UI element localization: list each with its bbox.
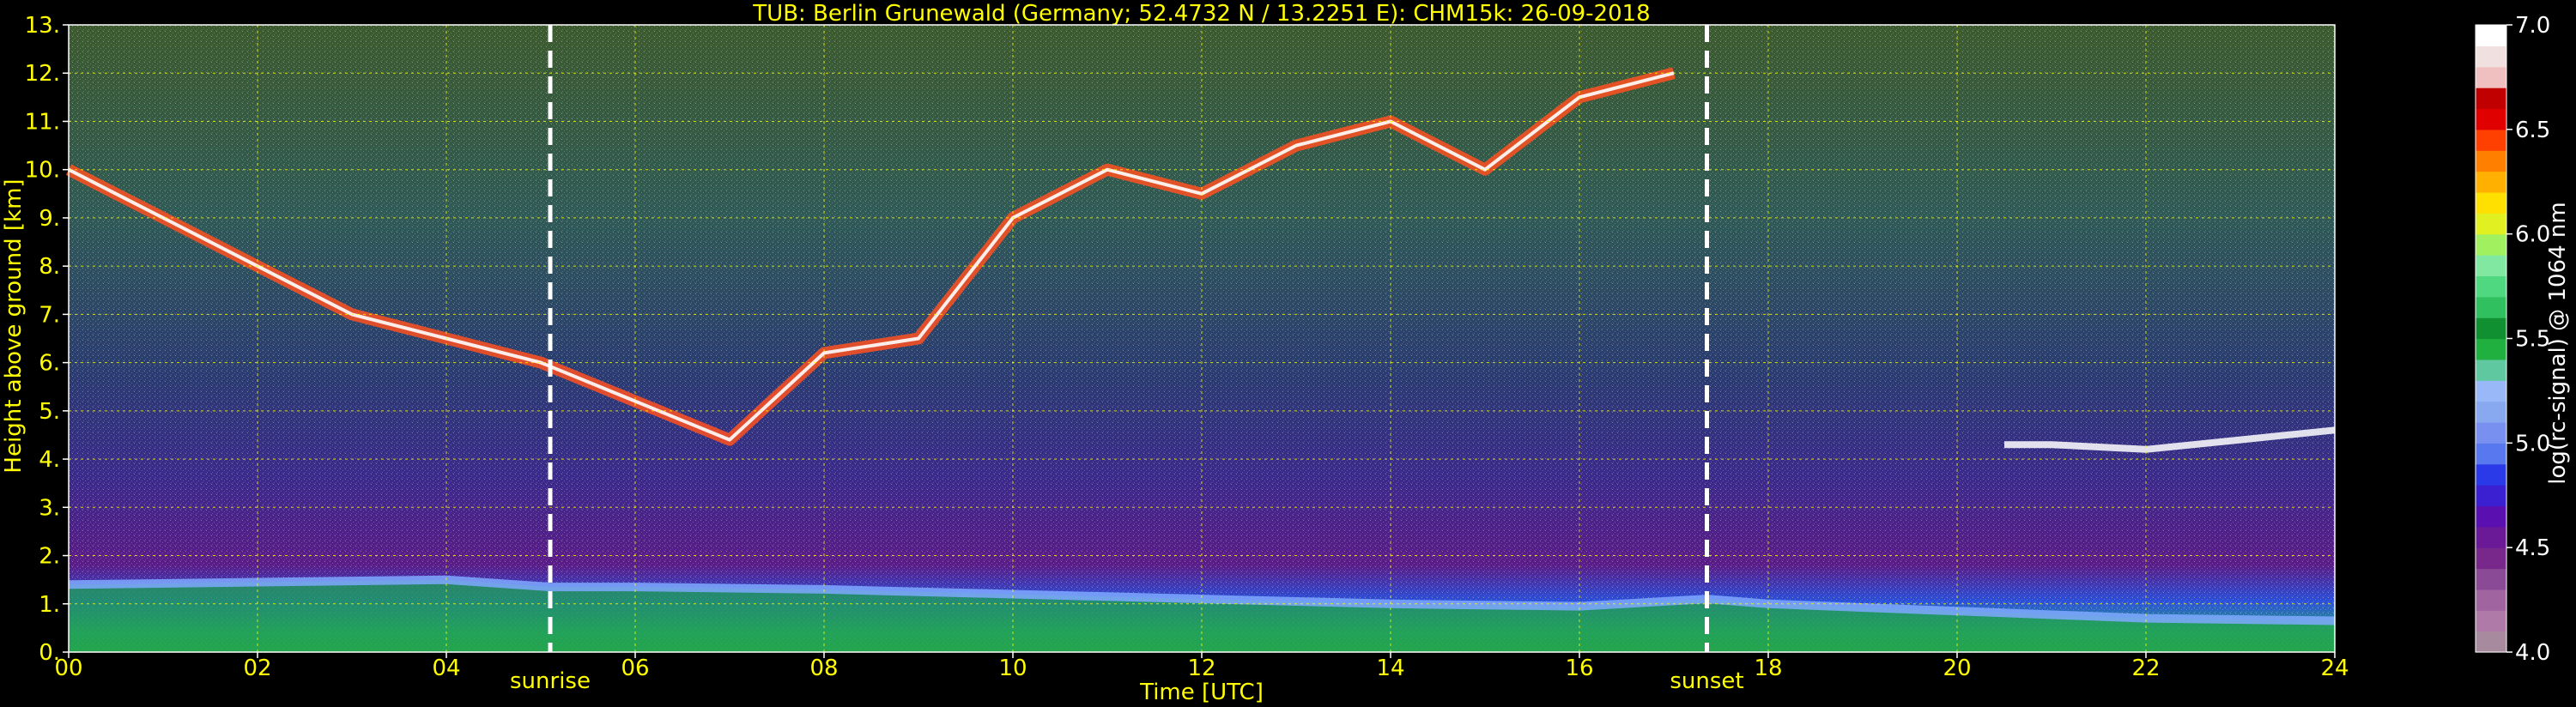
colorbar-tick-label: 4.5 bbox=[2515, 535, 2550, 561]
x-tick-label: 14 bbox=[1376, 656, 1404, 681]
colorbar-step bbox=[2476, 526, 2506, 548]
colorbar-step bbox=[2476, 150, 2506, 172]
colorbar-step bbox=[2476, 213, 2506, 235]
y-tick-label: 6. bbox=[39, 351, 60, 377]
colorbar-step bbox=[2476, 589, 2506, 611]
colorbar-step bbox=[2476, 485, 2506, 507]
colorbar-step bbox=[2476, 338, 2506, 360]
y-tick-label: 7. bbox=[39, 302, 60, 328]
colorbar-step bbox=[2476, 463, 2506, 486]
x-tick-label: 06 bbox=[621, 656, 649, 681]
colorbar-tick-label: 4.0 bbox=[2515, 640, 2550, 666]
y-tick-label: 9. bbox=[39, 206, 60, 232]
colorbar-step bbox=[2476, 317, 2506, 340]
y-tick-label: 1. bbox=[39, 592, 60, 618]
y-axis-label: Height above ground [km] bbox=[1, 178, 27, 473]
y-tick-label: 8. bbox=[39, 254, 60, 280]
sunrise-label: sunrise bbox=[510, 668, 591, 694]
x-tick-label: 24 bbox=[2320, 656, 2349, 681]
x-tick-label: 12 bbox=[1187, 656, 1215, 681]
y-tick-label: 12. bbox=[25, 61, 60, 87]
y-tick-label: 13. bbox=[25, 13, 60, 39]
colorbar-step bbox=[2476, 129, 2506, 151]
x-tick-label: 08 bbox=[809, 656, 838, 681]
colorbar-step bbox=[2476, 359, 2506, 381]
colorbar-step bbox=[2476, 108, 2506, 130]
colorbar-step bbox=[2476, 401, 2506, 423]
colorbar-step bbox=[2476, 88, 2506, 110]
lidar-chart: TUB: Berlin Grunewald (Germany; 52.4732 … bbox=[0, 0, 2576, 707]
colorbar-steps bbox=[2476, 25, 2506, 653]
x-tick-label: 02 bbox=[243, 656, 271, 681]
x-tick-label: 20 bbox=[1943, 656, 1971, 681]
colorbar-step bbox=[2476, 380, 2506, 402]
colorbar-step bbox=[2476, 45, 2506, 68]
colorbar-step bbox=[2476, 255, 2506, 276]
colorbar-step bbox=[2476, 275, 2506, 298]
colorbar-step bbox=[2476, 191, 2506, 214]
colorbar-step bbox=[2476, 25, 2506, 46]
colorbar-step bbox=[2476, 233, 2506, 256]
plot-area: sunrise sunset 00 02 04 06 08 10 12 14 16 18 20 22 24… bbox=[25, 13, 2349, 694]
y-tick-label: 10. bbox=[25, 158, 60, 184]
colorbar-step bbox=[2476, 171, 2506, 193]
colorbar-step bbox=[2476, 610, 2506, 632]
y-tick-label: 0. bbox=[39, 640, 60, 666]
x-tick-label: 16 bbox=[1565, 656, 1593, 681]
colorbar-step bbox=[2476, 443, 2506, 465]
y-tick-label: 11. bbox=[25, 109, 60, 135]
y-tick-label: 3. bbox=[39, 495, 60, 521]
colorbar-step bbox=[2476, 631, 2506, 653]
colorbar-step bbox=[2476, 296, 2506, 318]
sunset-label: sunset bbox=[1670, 668, 1743, 694]
colorbar-step bbox=[2476, 505, 2506, 528]
colorbar-label: log(rc-signal) @ 1064 nm bbox=[2545, 202, 2571, 484]
colorbar-step bbox=[2476, 421, 2506, 444]
colorbar-tick-label: 6.5 bbox=[2515, 118, 2550, 143]
x-tick-label: 04 bbox=[432, 656, 460, 681]
x-axis-label: Time [UTC] bbox=[1139, 680, 1264, 705]
y-tick-label: 4. bbox=[39, 447, 60, 473]
x-tick-label: 10 bbox=[998, 656, 1027, 681]
y-tick-label: 2. bbox=[39, 544, 60, 570]
chart-title: TUB: Berlin Grunewald (Germany; 52.4732 … bbox=[752, 1, 1650, 27]
colorbar-step bbox=[2476, 66, 2506, 88]
x-tick-label: 22 bbox=[2131, 656, 2160, 681]
colorbar-step bbox=[2476, 568, 2506, 590]
x-tick-label: 18 bbox=[1754, 656, 1782, 681]
colorbar-step bbox=[2476, 547, 2506, 570]
colorbar-tick-label: 7.0 bbox=[2515, 13, 2550, 39]
y-tick-label: 5. bbox=[39, 399, 60, 425]
